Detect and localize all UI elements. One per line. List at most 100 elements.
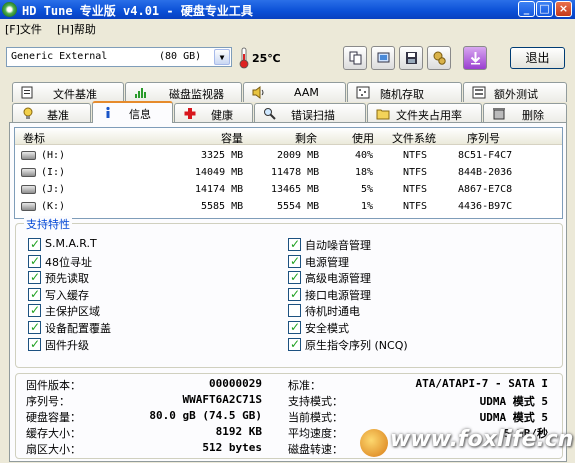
- drive-select[interactable]: Generic External (80 GB) ▼: [6, 47, 232, 67]
- supported-mode-label: 支持模式：: [288, 395, 343, 408]
- table-row[interactable]: (J:) 14174 MB 13465 MB 5% NTFS A867-E7C8: [15, 181, 562, 198]
- checkbox-label: 设备配置覆盖: [45, 322, 111, 335]
- column-header-filesystem[interactable]: 文件系统: [392, 130, 436, 146]
- rotation-label: 磁盘转速：: [288, 443, 343, 456]
- disk-monitor-icon: [135, 88, 146, 98]
- sector-label: 扇区大小：: [26, 443, 81, 456]
- column-header-free[interactable]: 剩余: [295, 130, 317, 146]
- maximize-button[interactable]: □: [536, 1, 553, 17]
- tab-erase[interactable]: 删除: [483, 103, 567, 123]
- checkbox[interactable]: ✓: [288, 237, 301, 251]
- checkbox[interactable]: [288, 304, 301, 317]
- cell-free: 2009 MB: [277, 150, 320, 161]
- fox-logo-icon: [360, 429, 388, 457]
- screenshot-button[interactable]: [371, 46, 395, 70]
- options-button[interactable]: [427, 46, 451, 70]
- table-row[interactable]: (I:) 14049 MB 11478 MB 18% NTFS 844B-203…: [15, 164, 562, 181]
- minimize-button[interactable]: _: [518, 1, 535, 17]
- download-button[interactable]: [463, 46, 487, 70]
- copy-button[interactable]: [343, 46, 367, 70]
- checkbox[interactable]: ✓: [288, 270, 301, 284]
- column-header-used[interactable]: 使用: [352, 130, 374, 146]
- tab-label: 错误扫描: [291, 109, 335, 122]
- tab-label: 随机存取: [380, 88, 424, 101]
- avg-speed-label: 平均速度：: [288, 427, 343, 440]
- toolbar: Generic External (80 GB) ▼ 25℃ 退出: [0, 38, 575, 78]
- cell-used: 40%: [355, 150, 374, 161]
- tab-label: 磁盘监视器: [169, 88, 224, 101]
- chevron-down-icon[interactable]: ▼: [214, 49, 230, 65]
- checkbox[interactable]: ✓: [288, 320, 301, 334]
- erase-icon: [493, 108, 505, 120]
- checkbox[interactable]: ✓: [28, 270, 41, 284]
- checkbox[interactable]: ✓: [288, 337, 301, 351]
- tab-label: 健康: [211, 109, 233, 122]
- menu-file[interactable]: [F]文件: [5, 21, 42, 37]
- column-header-label[interactable]: 卷标: [23, 130, 45, 146]
- cache-label: 缓存大小：: [26, 427, 81, 440]
- thermometer-icon: [239, 47, 249, 69]
- column-header-capacity[interactable]: 容量: [221, 130, 243, 146]
- exit-button[interactable]: 退出: [510, 47, 565, 69]
- temperature-readout: 25℃: [252, 52, 281, 65]
- cell-label: (K:): [41, 201, 66, 212]
- cell-label: (H:): [41, 150, 66, 161]
- tab-health[interactable]: 健康: [174, 103, 253, 123]
- serial-label: 序列号：: [26, 395, 70, 408]
- cell-used: 18%: [355, 167, 374, 178]
- checkbox-label: 写入缓存: [45, 289, 89, 302]
- tab-extra-tests[interactable]: 额外测试: [463, 82, 567, 102]
- tab-folder-usage[interactable]: 文件夹占用率: [367, 103, 482, 123]
- column-header-serial[interactable]: 序列号: [467, 130, 500, 146]
- checkmark-icon: ✓: [30, 287, 41, 301]
- checkbox[interactable]: ✓: [288, 287, 301, 301]
- checkbox-label: 预先读取: [45, 272, 89, 285]
- tab-info[interactable]: 信息: [92, 101, 173, 123]
- drive-icon: [21, 185, 36, 194]
- tab-benchmark[interactable]: 基准: [12, 103, 91, 123]
- tab-disk-monitor[interactable]: 磁盘监视器: [125, 82, 242, 102]
- checkbox[interactable]: ✓: [28, 337, 41, 351]
- firmware-label: 固件版本：: [26, 379, 81, 392]
- sector-value: 512 bytes: [202, 441, 262, 454]
- cell-filesystem: NTFS: [403, 150, 428, 161]
- cell-used: 5%: [361, 184, 374, 195]
- cell-filesystem: NTFS: [403, 167, 428, 178]
- checkmark-icon: ✓: [30, 303, 41, 317]
- checkbox-label: 安全模式: [305, 322, 349, 335]
- checkbox[interactable]: ✓: [28, 303, 41, 317]
- checkbox-label: 主保护区域: [45, 305, 100, 318]
- gears-icon: [433, 51, 446, 65]
- cell-serial: 8C51-F4C7: [458, 150, 513, 161]
- drive-size: (80 GB): [159, 51, 202, 62]
- tab-file-benchmark[interactable]: 文件基准: [12, 82, 124, 102]
- checkbox[interactable]: ✓: [28, 287, 41, 301]
- group-title: 支持特性: [24, 216, 72, 232]
- folder-icon: [376, 109, 390, 120]
- supported-mode-value: UDMA 模式 5: [479, 395, 548, 408]
- tab-error-scan[interactable]: 错误扫描: [254, 103, 366, 123]
- checkbox[interactable]: ✓: [288, 254, 301, 268]
- close-button[interactable]: ×: [555, 1, 572, 17]
- drive-icon: [21, 202, 36, 211]
- menu-bar: [F]文件 [H]帮助: [0, 19, 575, 37]
- checkbox-label: 待机时通电: [305, 305, 360, 318]
- save-disk-icon: [406, 52, 417, 64]
- benchmark-icon: [23, 107, 33, 119]
- checkbox-label: S.M.A.R.T: [45, 237, 97, 250]
- table-row[interactable]: (H:) 3325 MB 2009 MB 40% NTFS 8C51-F4C7: [15, 147, 562, 164]
- checkmark-icon: ✓: [30, 270, 41, 284]
- volume-list-header: 卷标 容量 剩余 使用 文件系统 序列号: [15, 128, 562, 145]
- volume-list[interactable]: 卷标 容量 剩余 使用 文件系统 序列号 (H:) 3325 MB 2009 M…: [14, 127, 563, 219]
- tab-aam[interactable]: AAM: [243, 82, 346, 102]
- title-bar[interactable]: HD Tune 专业版 v4.01 - 硬盘专业工具 _ □ ×: [0, 0, 575, 19]
- checkbox[interactable]: ✓: [28, 320, 41, 334]
- cell-capacity: 14049 MB: [195, 167, 244, 178]
- cell-capacity: 5585 MB: [201, 201, 244, 212]
- save-button[interactable]: [399, 46, 423, 70]
- tab-random-access[interactable]: 随机存取: [347, 82, 462, 102]
- table-row[interactable]: (K:) 5585 MB 5554 MB 1% NTFS 4436-B97C: [15, 198, 562, 215]
- menu-help[interactable]: [H]帮助: [57, 21, 96, 37]
- checkbox[interactable]: ✓: [28, 237, 41, 251]
- checkbox[interactable]: ✓: [28, 254, 41, 268]
